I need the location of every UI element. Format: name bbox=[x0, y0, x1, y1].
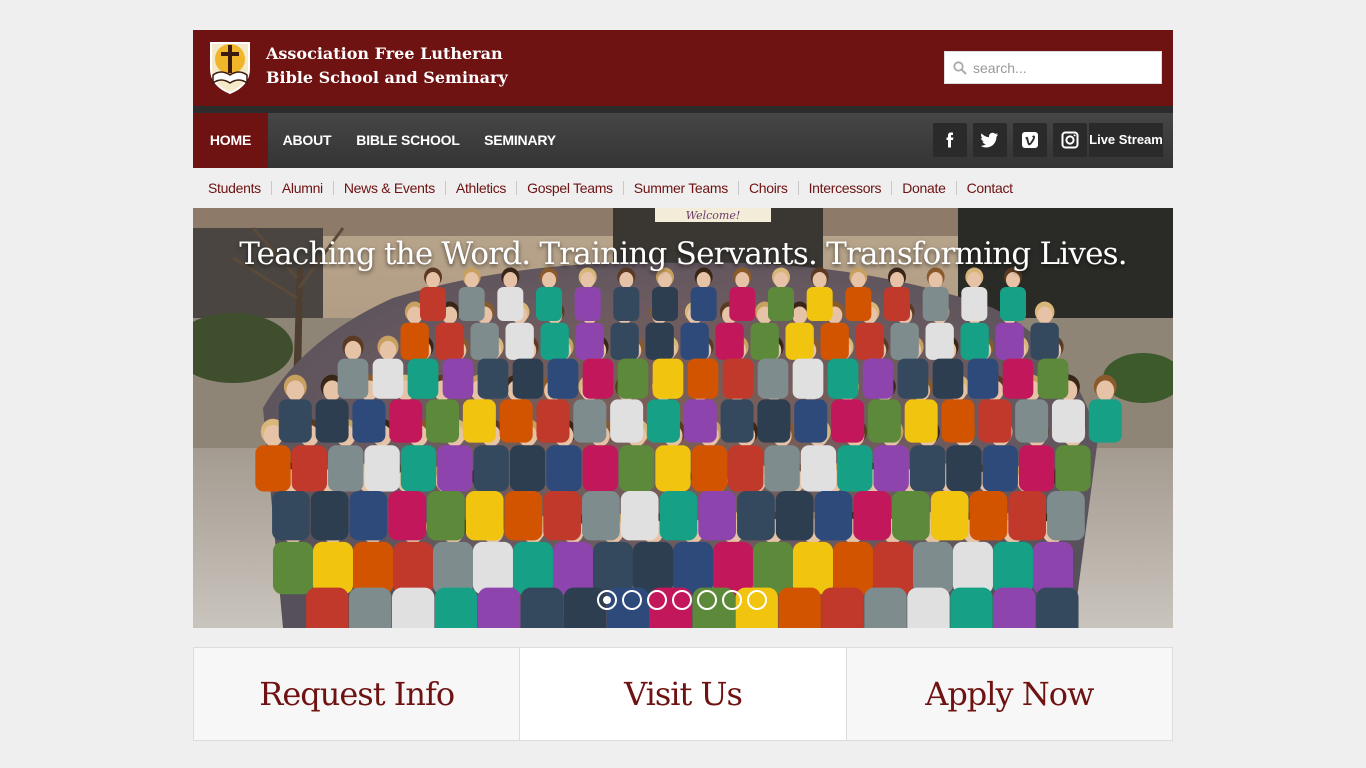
subnav-alumni[interactable]: Alumni bbox=[282, 180, 323, 196]
apply-now-button[interactable]: Apply Now bbox=[845, 648, 1172, 740]
slider-dot[interactable] bbox=[622, 590, 642, 610]
site-title[interactable]: Association Free Lutheran Bible School a… bbox=[266, 42, 508, 90]
slider-dots bbox=[597, 590, 767, 610]
slider-dot[interactable] bbox=[722, 590, 742, 610]
subnav-donate[interactable]: Donate bbox=[902, 180, 946, 196]
site-header: Association Free Lutheran Bible School a… bbox=[193, 30, 1173, 106]
subnav-choirs[interactable]: Choirs bbox=[749, 180, 788, 196]
site-title-line1: Association Free Lutheran bbox=[266, 44, 503, 63]
subnav-separator bbox=[955, 181, 957, 195]
slider-dot[interactable] bbox=[647, 590, 667, 610]
subnav-intercessors[interactable]: Intercessors bbox=[809, 180, 882, 196]
page-wrapper: Association Free Lutheran Bible School a… bbox=[193, 30, 1173, 741]
logo-icon[interactable] bbox=[207, 39, 253, 95]
subnav-summer-teams[interactable]: Summer Teams bbox=[634, 180, 728, 196]
subnav-students[interactable]: Students bbox=[208, 180, 261, 196]
slider-dot[interactable] bbox=[697, 590, 717, 610]
subnav-separator bbox=[891, 181, 893, 195]
nav-about[interactable]: ABOUT bbox=[268, 113, 346, 168]
search-input[interactable] bbox=[973, 52, 1159, 83]
search-icon bbox=[953, 61, 967, 75]
subnav-separator bbox=[797, 181, 799, 195]
nav-bible-school[interactable]: BIBLE SCHOOL bbox=[346, 113, 470, 168]
subnav-news-events[interactable]: News & Events bbox=[344, 180, 435, 196]
search-box bbox=[944, 51, 1162, 84]
subnav-gospel-teams[interactable]: Gospel Teams bbox=[527, 180, 613, 196]
subnav-separator bbox=[332, 181, 334, 195]
hero-slider[interactable]: Welcome! Teaching the Word. Training Ser… bbox=[193, 208, 1173, 628]
visit-us-button[interactable]: Visit Us bbox=[519, 648, 846, 740]
welcome-sign-text: Welcome! bbox=[686, 209, 741, 222]
subnav-athletics[interactable]: Athletics bbox=[456, 180, 507, 196]
header-divider bbox=[193, 106, 1173, 113]
request-info-button[interactable]: Request Info bbox=[194, 648, 519, 740]
slider-dot[interactable] bbox=[747, 590, 767, 610]
facebook-icon[interactable] bbox=[933, 123, 967, 157]
vimeo-icon[interactable] bbox=[1013, 123, 1047, 157]
site-title-line2: Bible School and Seminary bbox=[266, 68, 508, 87]
nav-home[interactable]: HOME bbox=[193, 113, 268, 168]
subnav-contact[interactable]: Contact bbox=[967, 180, 1013, 196]
slider-dot[interactable] bbox=[672, 590, 692, 610]
live-stream-button[interactable]: Live Stream bbox=[1089, 123, 1163, 157]
cta-row: Request Info Visit Us Apply Now bbox=[193, 647, 1173, 741]
subnav-separator bbox=[622, 181, 624, 195]
slider-dot[interactable] bbox=[597, 590, 617, 610]
subnav-separator bbox=[516, 181, 518, 195]
nav-seminary[interactable]: SEMINARY bbox=[470, 113, 570, 168]
main-nav: HOME ABOUT BIBLE SCHOOL SEMINARY Live St… bbox=[193, 113, 1173, 168]
instagram-icon[interactable] bbox=[1053, 123, 1087, 157]
secondary-nav: Students Alumni News & Events Athletics … bbox=[193, 168, 1173, 208]
subnav-separator bbox=[444, 181, 446, 195]
subnav-separator bbox=[737, 181, 739, 195]
subnav-separator bbox=[270, 181, 272, 195]
hero-tagline: Teaching the Word. Training Servants. Tr… bbox=[239, 236, 1127, 272]
twitter-icon[interactable] bbox=[973, 123, 1007, 157]
